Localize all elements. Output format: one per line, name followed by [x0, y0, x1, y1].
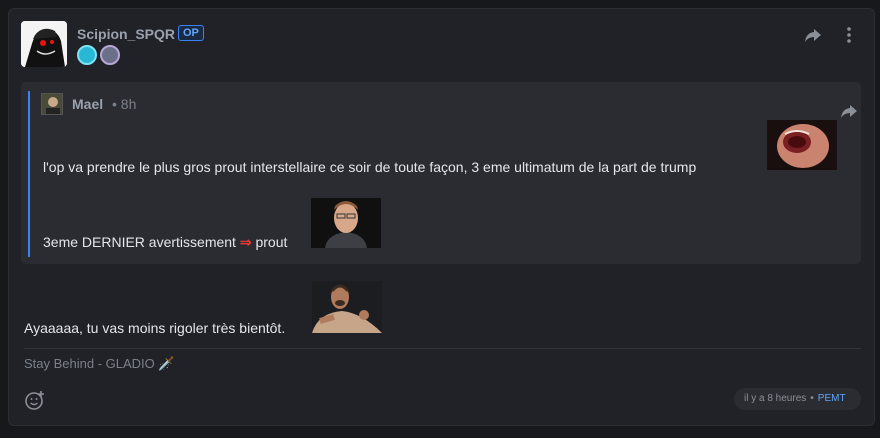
post-card: Scipion_SPQR OP Mael • 8h l'op va prendr…	[8, 8, 875, 426]
quoted-message[interactable]: Mael • 8h l'op va prendre le plus gros p…	[21, 82, 861, 264]
quote-accent-bar	[28, 91, 30, 257]
post-timestamp: il y a 8 heures	[744, 393, 807, 404]
signature-divider	[24, 348, 861, 349]
quote-share-icon[interactable]	[840, 102, 858, 120]
more-options-icon[interactable]	[843, 25, 855, 45]
profile-badge-icon[interactable]	[100, 45, 120, 65]
op-badge: OP	[178, 25, 204, 41]
reply-text: Ayaaaaa, tu vas moins rigoler très bient…	[24, 320, 286, 336]
share-icon[interactable]	[804, 26, 822, 44]
author-username[interactable]: Scipion_SPQR	[77, 26, 175, 42]
quote-text-line: l'op va prendre le plus gros prout inter…	[43, 159, 697, 175]
quote-author[interactable]: Mael	[72, 96, 103, 112]
quote-author-avatar[interactable]	[41, 93, 63, 115]
post-meta: il y a 8 heures • PEMT	[734, 388, 861, 410]
laughing-man-sticker	[312, 281, 382, 333]
man-portrait-sticker	[311, 198, 381, 248]
achievement-badge-icon[interactable]	[77, 45, 97, 65]
author-avatar[interactable]	[21, 21, 67, 67]
dagger-icon: 🗡️	[158, 356, 175, 371]
quote-timestamp: • 8h	[112, 96, 137, 112]
add-reaction-icon[interactable]	[24, 389, 46, 411]
right-arrow-icon: ⇒	[239, 234, 252, 250]
user-signature: Stay Behind - GLADIO 🗡️	[24, 356, 175, 371]
post-tag[interactable]: PEMT	[818, 393, 846, 404]
screaming-face-sticker	[767, 120, 837, 170]
quote-text-line-2: 3eme DERNIER avertissement ⇒ prout	[43, 234, 288, 250]
